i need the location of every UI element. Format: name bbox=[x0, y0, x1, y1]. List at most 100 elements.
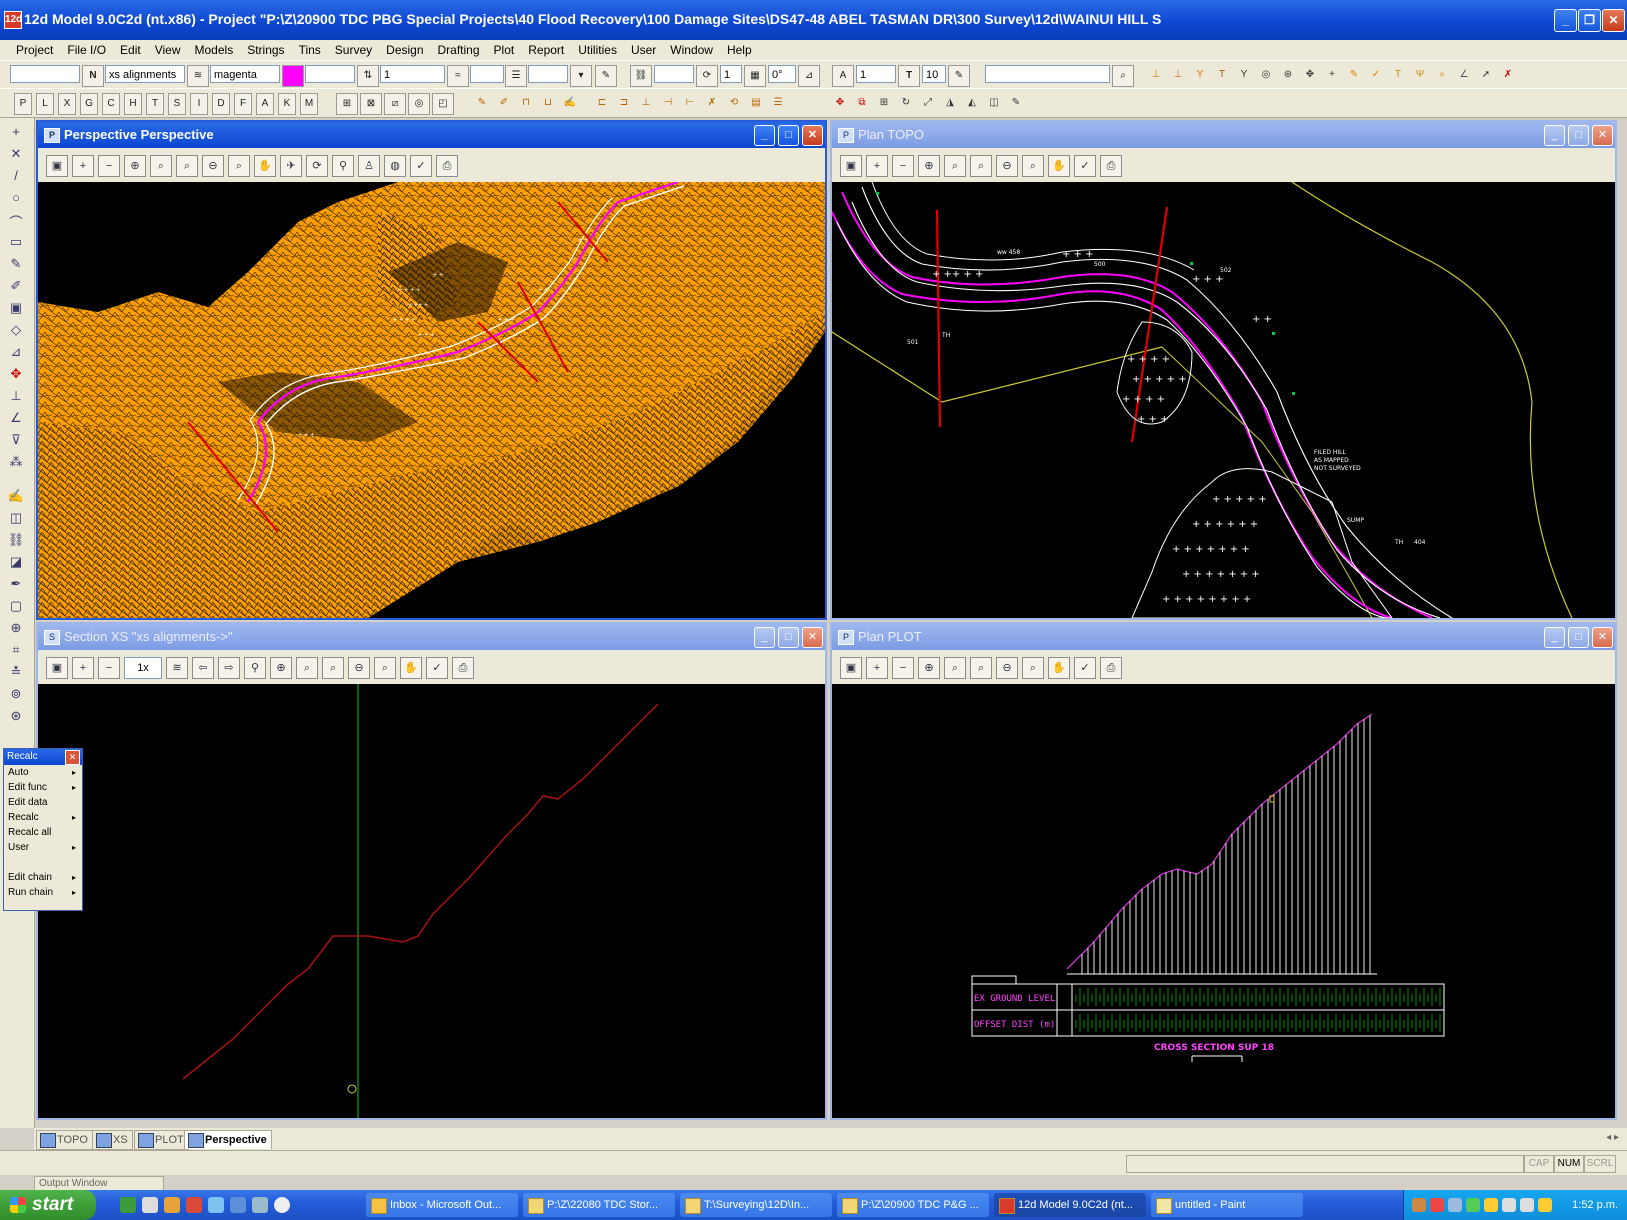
snap-point-icon[interactable]: + bbox=[1322, 65, 1342, 85]
weight-pick-icon[interactable]: ≈ bbox=[447, 65, 469, 87]
menu-design[interactable]: Design bbox=[379, 40, 430, 60]
select-box-icon[interactable]: ⊞ bbox=[336, 93, 358, 115]
menu-view[interactable]: View bbox=[148, 40, 188, 60]
edit-pencil-icon[interactable]: ✐ bbox=[494, 93, 514, 113]
tab-plot[interactable]: PLOT bbox=[134, 1130, 189, 1150]
move-icon[interactable]: ✥ bbox=[830, 93, 850, 113]
tool-line-icon[interactable]: / bbox=[6, 168, 26, 186]
perspective-close-button[interactable]: ✕ bbox=[802, 125, 823, 146]
text-field[interactable]: 1 bbox=[856, 65, 896, 83]
filter-f-button[interactable]: F bbox=[234, 93, 252, 115]
colour-swatch[interactable] bbox=[282, 65, 304, 87]
quicklaunch-app-icon[interactable] bbox=[186, 1197, 202, 1213]
recalc-close-icon[interactable]: ✕ bbox=[65, 750, 80, 765]
view-add-icon[interactable]: + bbox=[866, 155, 888, 177]
filter-g-button[interactable]: G bbox=[80, 93, 98, 115]
view-orbit-icon[interactable]: ⟳ bbox=[306, 155, 328, 177]
view-zoom-fit-icon[interactable]: ⌕ bbox=[228, 155, 250, 177]
view-locate-icon[interactable]: ⚲ bbox=[244, 657, 266, 679]
tool-point-icon[interactable]: + bbox=[6, 124, 26, 142]
tool-arc-icon[interactable]: ⌒ bbox=[6, 212, 26, 230]
snap-zoom-icon[interactable]: ⌕ bbox=[1432, 65, 1452, 85]
xs-caption[interactable]: S Section XS "xs alignments->" _ □ ✕ bbox=[38, 624, 825, 650]
view-fly-icon[interactable]: ✈ bbox=[280, 155, 302, 177]
menu-report[interactable]: Report bbox=[521, 40, 571, 60]
quicklaunch-clock-icon[interactable] bbox=[274, 1197, 290, 1213]
tool-perp-icon[interactable]: ⊥ bbox=[6, 388, 26, 406]
topo-maximize-button[interactable]: □ bbox=[1568, 125, 1589, 146]
edit-copy-icon[interactable]: ⊢ bbox=[680, 93, 700, 113]
linestyle-pick-icon[interactable]: ☰ bbox=[505, 65, 527, 87]
view-add-icon[interactable]: + bbox=[72, 155, 94, 177]
xs-close-button[interactable]: ✕ bbox=[802, 627, 823, 648]
tray-app-icon[interactable] bbox=[1412, 1198, 1426, 1212]
snap-center-icon[interactable]: ⊛ bbox=[1278, 65, 1298, 85]
menu-help[interactable]: Help bbox=[720, 40, 759, 60]
symbol-field[interactable] bbox=[528, 65, 568, 83]
view-select-icon[interactable]: ▣ bbox=[46, 155, 68, 177]
mirror-icon[interactable]: ◮ bbox=[940, 93, 960, 113]
view-previous-icon[interactable]: ⇦ bbox=[192, 657, 214, 679]
view-remove-icon[interactable]: − bbox=[892, 155, 914, 177]
tool-nib-icon[interactable]: ✒ bbox=[6, 576, 26, 594]
recalc-item-edit-func[interactable]: Edit func ▸ bbox=[4, 780, 82, 795]
view-pan-icon[interactable]: ✋ bbox=[400, 657, 422, 679]
snap-angle-icon[interactable]: ∠ bbox=[1454, 65, 1474, 85]
view-add-icon[interactable]: + bbox=[866, 657, 888, 679]
menu-file-io[interactable]: File I/O bbox=[60, 40, 113, 60]
tool-panel-icon[interactable]: ◫ bbox=[6, 510, 26, 528]
angle-pick-icon[interactable]: ⊿ bbox=[798, 65, 820, 87]
view-walk-icon[interactable]: ⚲ bbox=[332, 155, 354, 177]
menu-edit[interactable]: Edit bbox=[113, 40, 148, 60]
menu-drafting[interactable]: Drafting bbox=[431, 40, 487, 60]
perspective-maximize-button[interactable]: □ bbox=[778, 125, 799, 146]
tool-write-icon[interactable]: ✍ bbox=[6, 488, 26, 506]
quicklaunch-tool-icon[interactable] bbox=[252, 1197, 268, 1213]
snap-text-icon[interactable]: T bbox=[1388, 65, 1408, 85]
topo-minimize-button[interactable]: _ bbox=[1544, 125, 1565, 146]
topo-canvas[interactable]: + + + + + + + + + + + + + + + + + + + + + + … bbox=[832, 182, 1615, 618]
view-select-icon[interactable]: ▣ bbox=[840, 657, 862, 679]
tray-status-icon[interactable] bbox=[1466, 1198, 1480, 1212]
view-zoom-out-icon[interactable]: ⊖ bbox=[348, 657, 370, 679]
filter-l-button[interactable]: L bbox=[36, 93, 54, 115]
view-person-icon[interactable]: ♙ bbox=[358, 155, 380, 177]
recalc-item-recalc[interactable]: Recalc ▸ bbox=[4, 810, 82, 825]
view-print-icon[interactable]: ⎙ bbox=[1100, 657, 1122, 679]
tool-diamond-icon[interactable]: ◇ bbox=[6, 322, 26, 340]
perspective-canvas[interactable]: + + + + + ++ + + + + + + + + + + + + + + + +… bbox=[38, 182, 825, 618]
snap-cross-icon[interactable]: ✥ bbox=[1300, 65, 1320, 85]
edit-break-icon[interactable]: ⊐ bbox=[614, 93, 634, 113]
view-next-icon[interactable]: ⇨ bbox=[218, 657, 240, 679]
minimize-button[interactable]: _ bbox=[1554, 9, 1577, 32]
chain-field[interactable] bbox=[654, 65, 694, 83]
view-zoom-in-icon[interactable]: ⌕ bbox=[322, 657, 344, 679]
plot-close-button[interactable]: ✕ bbox=[1592, 627, 1613, 648]
offset-icon[interactable]: ◫ bbox=[984, 93, 1004, 113]
edit-pen-icon[interactable]: ✎ bbox=[472, 93, 492, 113]
select-line-icon[interactable]: ⧄ bbox=[384, 93, 406, 115]
view-remove-icon[interactable]: − bbox=[98, 657, 120, 679]
select-poly-icon[interactable]: ◰ bbox=[432, 93, 454, 115]
view-zoom-fit-icon[interactable]: ⌕ bbox=[374, 657, 396, 679]
view-add-icon[interactable]: + bbox=[72, 657, 94, 679]
task-12d-model[interactable]: 12d Model 9.0C2d (nt... bbox=[994, 1193, 1146, 1217]
tool-cross-icon[interactable]: ✕ bbox=[6, 146, 26, 164]
menu-project[interactable]: Project bbox=[0, 40, 60, 60]
tab-perspective[interactable]: Perspective bbox=[184, 1130, 272, 1149]
perspective-caption[interactable]: P Perspective Perspective _ □ ✕ bbox=[38, 122, 825, 148]
properties-icon[interactable]: ✎ bbox=[1006, 93, 1026, 113]
filter-c-button[interactable]: C bbox=[102, 93, 120, 115]
pen-icon[interactable]: ✎ bbox=[595, 65, 617, 87]
tool-box-icon[interactable]: ▣ bbox=[6, 300, 26, 318]
view-zoom-window-icon[interactable]: ⌕ bbox=[944, 657, 966, 679]
tool-chain-icon[interactable]: ⛓ bbox=[6, 532, 26, 550]
tab-xs[interactable]: XS bbox=[92, 1130, 133, 1150]
view-pick-icon[interactable]: ✓ bbox=[410, 155, 432, 177]
restore-button[interactable]: ❐ bbox=[1578, 9, 1601, 32]
edit-list-icon[interactable]: ☰ bbox=[768, 93, 788, 113]
scale-icon[interactable]: ⤢ bbox=[918, 93, 938, 113]
quicklaunch-explorer-icon[interactable] bbox=[208, 1197, 224, 1213]
edit-insert-icon[interactable]: ⊏ bbox=[592, 93, 612, 113]
name-button[interactable]: N bbox=[82, 65, 104, 87]
